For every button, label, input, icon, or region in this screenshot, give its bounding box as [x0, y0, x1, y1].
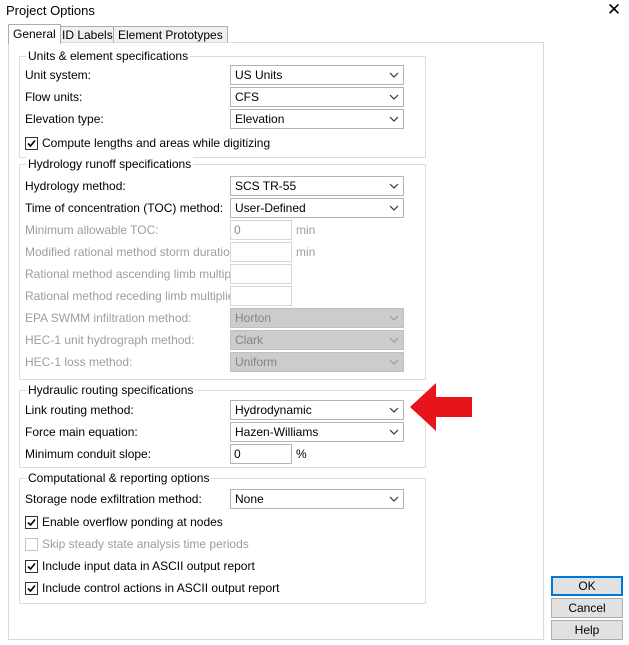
include-input-checkbox[interactable]: [25, 560, 38, 573]
close-icon[interactable]: ✕: [604, 0, 624, 20]
hec1-hydrograph-select[interactable]: Clark: [230, 330, 404, 350]
checkmark-icon: [27, 518, 36, 527]
window-title: Project Options: [6, 3, 95, 18]
include-control-checkbox[interactable]: [25, 582, 38, 595]
include-control-label: Include control actions in ASCII output …: [42, 581, 280, 595]
receding-limb-input[interactable]: [230, 286, 292, 306]
min-toc-unit: min: [296, 223, 316, 237]
tab-id-labels[interactable]: ID Labels: [57, 26, 118, 43]
chevron-down-icon: [389, 429, 399, 435]
unit-system-label: Unit system:: [25, 68, 92, 82]
force-main-select[interactable]: Hazen-Williams: [230, 422, 404, 442]
checkmark-icon: [27, 562, 36, 571]
min-toc-input[interactable]: 0: [230, 220, 292, 240]
compute-lengths-label: Compute lengths and areas while digitizi…: [42, 136, 271, 150]
hydraulic-group-title: Hydraulic routing specifications: [26, 383, 196, 397]
chevron-down-icon: [389, 183, 399, 189]
computational-group: Computational & reporting options Storag…: [19, 471, 426, 604]
force-main-label: Force main equation:: [25, 425, 138, 439]
help-button[interactable]: Help: [551, 620, 623, 640]
elevation-type-label: Elevation type:: [25, 112, 104, 126]
hydraulic-group: Hydraulic routing specifications Link ro…: [19, 383, 426, 468]
computational-group-title: Computational & reporting options: [26, 471, 212, 485]
chevron-down-icon: [389, 359, 399, 365]
hydrology-method-select[interactable]: SCS TR-55: [230, 176, 404, 196]
flow-units-value: CFS: [235, 90, 259, 104]
hec1-hydrograph-value: Clark: [235, 333, 264, 347]
units-group-title: Units & element specifications: [26, 49, 191, 63]
epa-infiltration-select[interactable]: Horton: [230, 308, 404, 328]
overflow-ponding-label: Enable overflow ponding at nodes: [42, 515, 223, 529]
epa-infiltration-value: Horton: [235, 311, 272, 325]
min-slope-label: Minimum conduit slope:: [25, 447, 152, 461]
ascending-limb-input[interactable]: [230, 264, 292, 284]
chevron-down-icon: [389, 496, 399, 502]
storage-exfiltration-label: Storage node exfiltration method:: [25, 492, 202, 506]
hec1-hydrograph-label: HEC-1 unit hydrograph method:: [25, 333, 195, 347]
units-group: Units & element specifications Unit syst…: [19, 49, 426, 158]
ok-button[interactable]: OK: [551, 576, 623, 596]
unit-system-value: US Units: [235, 68, 283, 82]
skip-steady-checkbox[interactable]: [25, 538, 38, 551]
skip-steady-label: Skip steady state analysis time periods: [42, 537, 249, 551]
ascending-limb-label: Rational method ascending limb multiplie…: [25, 267, 251, 281]
flow-units-label: Flow units:: [25, 90, 83, 104]
link-routing-select[interactable]: Hydrodynamic: [230, 400, 404, 420]
storm-duration-input[interactable]: [230, 242, 292, 262]
toc-method-label: Time of concentration (TOC) method:: [25, 201, 224, 215]
epa-infiltration-label: EPA SWMM infiltration method:: [25, 311, 192, 325]
chevron-down-icon: [389, 407, 399, 413]
chevron-down-icon: [389, 116, 399, 122]
tab-element-prototypes[interactable]: Element Prototypes: [113, 26, 228, 43]
force-main-value: Hazen-Williams: [235, 425, 319, 439]
red-arrow-annotation: [410, 383, 472, 431]
general-tab-panel: Units & element specifications Unit syst…: [8, 42, 544, 640]
chevron-down-icon: [389, 337, 399, 343]
cancel-button[interactable]: Cancel: [551, 598, 623, 618]
hydrology-method-value: SCS TR-55: [235, 179, 297, 193]
storage-exfiltration-select[interactable]: None: [230, 489, 404, 509]
elevation-type-value: Elevation: [235, 112, 285, 126]
hydrology-group-title: Hydrology runoff specifications: [26, 157, 194, 171]
chevron-down-icon: [389, 72, 399, 78]
elevation-type-select[interactable]: Elevation: [230, 109, 404, 129]
receding-limb-label: Rational method receding limb multiplier…: [25, 289, 242, 303]
link-routing-label: Link routing method:: [25, 403, 134, 417]
chevron-down-icon: [389, 94, 399, 100]
hydrology-group: Hydrology runoff specifications Hydrolog…: [19, 157, 426, 380]
compute-lengths-checkbox[interactable]: [25, 137, 38, 150]
min-toc-label: Minimum allowable TOC:: [25, 223, 159, 237]
checkmark-icon: [27, 139, 36, 148]
hec1-loss-select[interactable]: Uniform: [230, 352, 404, 372]
hec1-loss-value: Uniform: [235, 355, 278, 369]
min-slope-unit: %: [296, 447, 307, 461]
storm-duration-label: Modified rational method storm duration:: [25, 245, 240, 259]
hydrology-method-label: Hydrology method:: [25, 179, 126, 193]
toc-method-value: User-Defined: [235, 201, 306, 215]
storage-exfiltration-value: None: [235, 492, 264, 506]
overflow-ponding-checkbox[interactable]: [25, 516, 38, 529]
chevron-down-icon: [389, 205, 399, 211]
link-routing-value: Hydrodynamic: [235, 403, 312, 417]
include-input-label: Include input data in ASCII output repor…: [42, 559, 255, 573]
checkmark-icon: [27, 584, 36, 593]
chevron-down-icon: [389, 315, 399, 321]
unit-system-select[interactable]: US Units: [230, 65, 404, 85]
storm-duration-unit: min: [296, 245, 316, 259]
tab-general[interactable]: General: [8, 24, 61, 44]
min-slope-input[interactable]: 0: [230, 444, 292, 464]
flow-units-select[interactable]: CFS: [230, 87, 404, 107]
toc-method-select[interactable]: User-Defined: [230, 198, 404, 218]
hec1-loss-label: HEC-1 loss method:: [25, 355, 133, 369]
